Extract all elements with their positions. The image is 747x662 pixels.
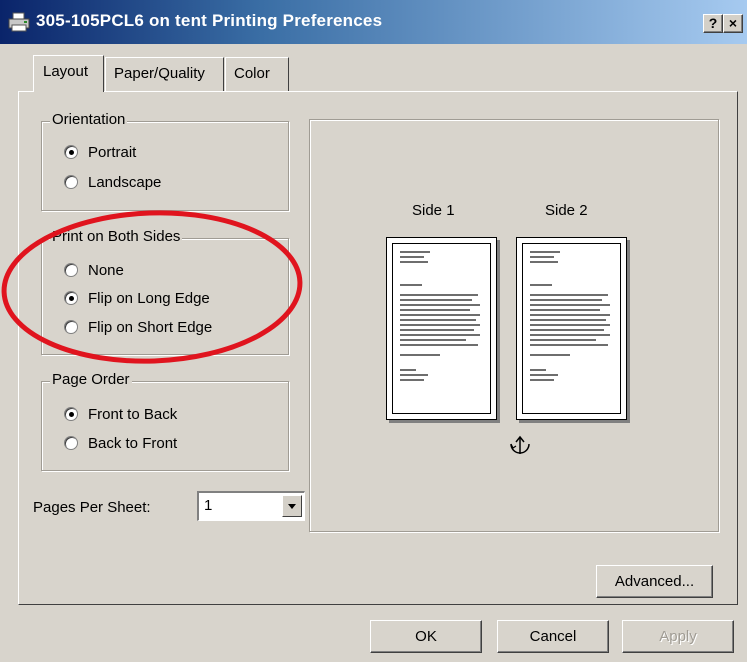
radio-flip-long-edge[interactable]: Flip on Long Edge (64, 287, 210, 309)
radio-button-none[interactable] (64, 263, 78, 277)
print-both-sides-group-title: Print on Both Sides (50, 228, 183, 245)
pages-per-sheet-label: Pages Per Sheet: (33, 499, 151, 516)
orientation-group: Orientation Portrait Landscape (41, 111, 289, 211)
side-2-label: Side 2 (545, 202, 588, 219)
pages-per-sheet-value: 1 (204, 497, 213, 514)
radio-label-flip-short-edge: Flip on Short Edge (88, 318, 213, 336)
layout-preview-panel (309, 119, 719, 532)
side-2-page-preview (516, 237, 627, 420)
side-1-page-preview (386, 237, 497, 420)
radio-back-to-front[interactable]: Back to Front (64, 432, 177, 454)
radio-button-back-to-front[interactable] (64, 436, 78, 450)
radio-label-landscape: Landscape (88, 173, 162, 191)
radio-button-portrait[interactable] (64, 145, 78, 159)
chevron-down-icon[interactable] (282, 495, 302, 517)
radio-label-back-to-front: Back to Front (88, 434, 178, 452)
radio-label-flip-long-edge: Flip on Long Edge (88, 289, 210, 307)
radio-button-flip-long-edge[interactable] (64, 291, 78, 305)
radio-label-front-to-back: Front to Back (88, 405, 178, 423)
radio-button-front-to-back[interactable] (64, 407, 78, 421)
radio-duplex-none[interactable]: None (64, 259, 124, 281)
print-both-sides-group: Print on Both Sides None Flip on Long Ed… (41, 228, 289, 355)
radio-portrait[interactable]: Portrait (64, 141, 136, 163)
radio-landscape[interactable]: Landscape (64, 171, 161, 193)
page-preview-content (392, 243, 491, 414)
page-order-group: Page Order Front to Back Back to Front (41, 371, 289, 471)
apply-button[interactable]: Apply (622, 620, 734, 653)
page-order-group-title: Page Order (50, 371, 132, 388)
advanced-button[interactable]: Advanced... (596, 565, 713, 598)
radio-label-none: None (88, 261, 124, 279)
radio-button-landscape[interactable] (64, 175, 78, 189)
ok-button[interactable]: OK (370, 620, 482, 653)
printing-preferences-dialog: 305-105PCL6 on tent Printing Preferences… (0, 0, 747, 662)
page-preview-content (522, 243, 621, 414)
radio-label-portrait: Portrait (88, 143, 137, 161)
orientation-group-title: Orientation (50, 111, 128, 128)
pages-per-sheet-select[interactable]: 1 (197, 491, 305, 521)
radio-front-to-back[interactable]: Front to Back (64, 403, 177, 425)
cancel-button[interactable]: Cancel (497, 620, 609, 653)
panel-content: Orientation Portrait Landscape Print on … (0, 0, 747, 662)
side-1-label: Side 1 (412, 202, 455, 219)
rotate-arrow-icon (510, 435, 530, 454)
radio-flip-short-edge[interactable]: Flip on Short Edge (64, 316, 212, 338)
radio-button-flip-short-edge[interactable] (64, 320, 78, 334)
